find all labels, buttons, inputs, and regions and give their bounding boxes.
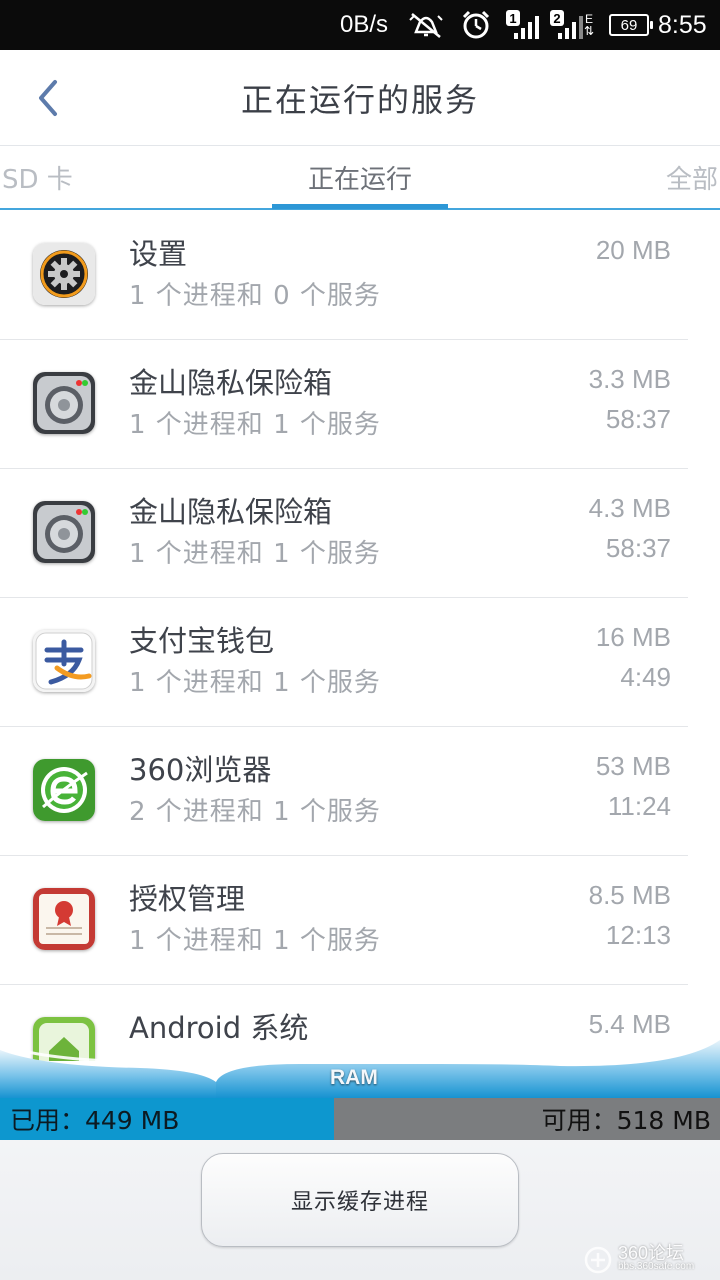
status-bar: 0B/s 1 2 E ⇅ 69 8:55 (0, 0, 720, 50)
tab-all[interactable]: 全部 (666, 146, 718, 208)
list-item[interactable]: 金山隐私保险箱 1 个进程和 1 个服务 3.3 MB 58:37 (0, 340, 688, 469)
data-arrows-icon: ⇅ (584, 24, 595, 38)
ram-label: RAM (330, 1066, 378, 1089)
ram-used-label: 已用：449 MB (10, 1106, 180, 1135)
service-uptime: 58:37 (605, 404, 671, 434)
service-name: 支付宝钱包 (129, 624, 275, 658)
vault-icon (33, 372, 95, 434)
show-cached-processes-button[interactable]: 显示缓存进程 (201, 1153, 519, 1247)
list-item[interactable]: 360浏览器 2 个进程和 1 个服务 53 MB 11:24 (0, 727, 688, 856)
signal-sim1-icon: 1 (504, 0, 540, 50)
service-memory: 16 MB (595, 622, 671, 652)
list-item[interactable]: 授权管理 1 个进程和 1 个服务 8.5 MB 12:13 (0, 856, 688, 985)
service-name: 授权管理 (129, 882, 246, 916)
title-bar: 正在运行的服务 (0, 50, 720, 146)
tab-sd-card[interactable]: SD 卡 (2, 146, 73, 208)
service-process-count: 1 个进程和 1 个服务 (129, 926, 381, 956)
service-name: 金山隐私保险箱 (129, 495, 333, 529)
service-process-count: 1 个进程和 1 个服务 (129, 539, 381, 569)
service-memory: 4.3 MB (588, 493, 671, 523)
page-title: 正在运行的服务 (240, 81, 479, 119)
alipay-icon (33, 630, 95, 692)
service-memory: 53 MB (595, 751, 671, 781)
service-name: 设置 (129, 237, 188, 271)
forum-watermark: 360论坛 bbs.360safe.com (584, 1240, 694, 1280)
service-memory: 3.3 MB (588, 364, 671, 394)
list-item[interactable]: 支付宝钱包 1 个进程和 1 个服务 16 MB 4:49 (0, 598, 688, 727)
service-uptime: 11:24 (607, 791, 671, 821)
ram-free-label: 可用：518 MB (541, 1106, 711, 1135)
battery-indicator: 69 (609, 0, 653, 50)
plus-logo-icon (584, 1246, 612, 1274)
service-process-count: 1 个进程和 1 个服务 (129, 668, 381, 698)
service-memory: 20 MB (595, 235, 671, 265)
service-name: 360浏览器 (129, 753, 272, 787)
svg-text:2: 2 (553, 11, 560, 26)
list-item[interactable]: 设置 1 个进程和 0 个服务 20 MB (0, 211, 688, 340)
network-speed: 0B/s (340, 11, 389, 38)
service-uptime: 4:49 (620, 662, 671, 692)
watermark-title: 360论坛 (618, 1243, 685, 1263)
service-process-count: 1 个进程和 1 个服务 (129, 410, 381, 440)
browser-e-icon (33, 759, 95, 821)
alarm-icon (460, 0, 492, 50)
tab-running[interactable]: 正在运行 (272, 146, 448, 208)
service-memory: 8.5 MB (588, 880, 671, 910)
service-name: 金山隐私保险箱 (129, 366, 333, 400)
service-list: 设置 1 个进程和 0 个服务 20 MB 金山隐私保险箱 1 个进程和 1 个… (0, 211, 720, 1061)
vault-icon (33, 501, 95, 563)
service-uptime: 58:37 (605, 533, 671, 563)
settings-gear-icon (33, 243, 95, 305)
svg-text:1: 1 (509, 11, 516, 26)
service-process-count: 1 个进程和 0 个服务 (129, 281, 381, 311)
mute-icon (408, 0, 444, 50)
active-tab-indicator (272, 204, 448, 209)
ram-usage-bar: 已用：449 MB 可用：518 MB (0, 1098, 720, 1140)
signal-sim2-icon: 2 (548, 0, 584, 50)
service-uptime: 12:13 (605, 920, 671, 950)
clock: 8:55 (658, 10, 707, 39)
battery-level: 69 (609, 14, 653, 36)
watermark-url: bbs.360safe.com (618, 1261, 695, 1272)
tab-bar: SD 卡 正在运行 全部 (0, 146, 720, 210)
network-type: E ⇅ (584, 0, 594, 50)
service-process-count: 2 个进程和 1 个服务 (129, 797, 381, 827)
certificate-icon (33, 888, 95, 950)
list-item[interactable]: 金山隐私保险箱 1 个进程和 1 个服务 4.3 MB 58:37 (0, 469, 688, 598)
